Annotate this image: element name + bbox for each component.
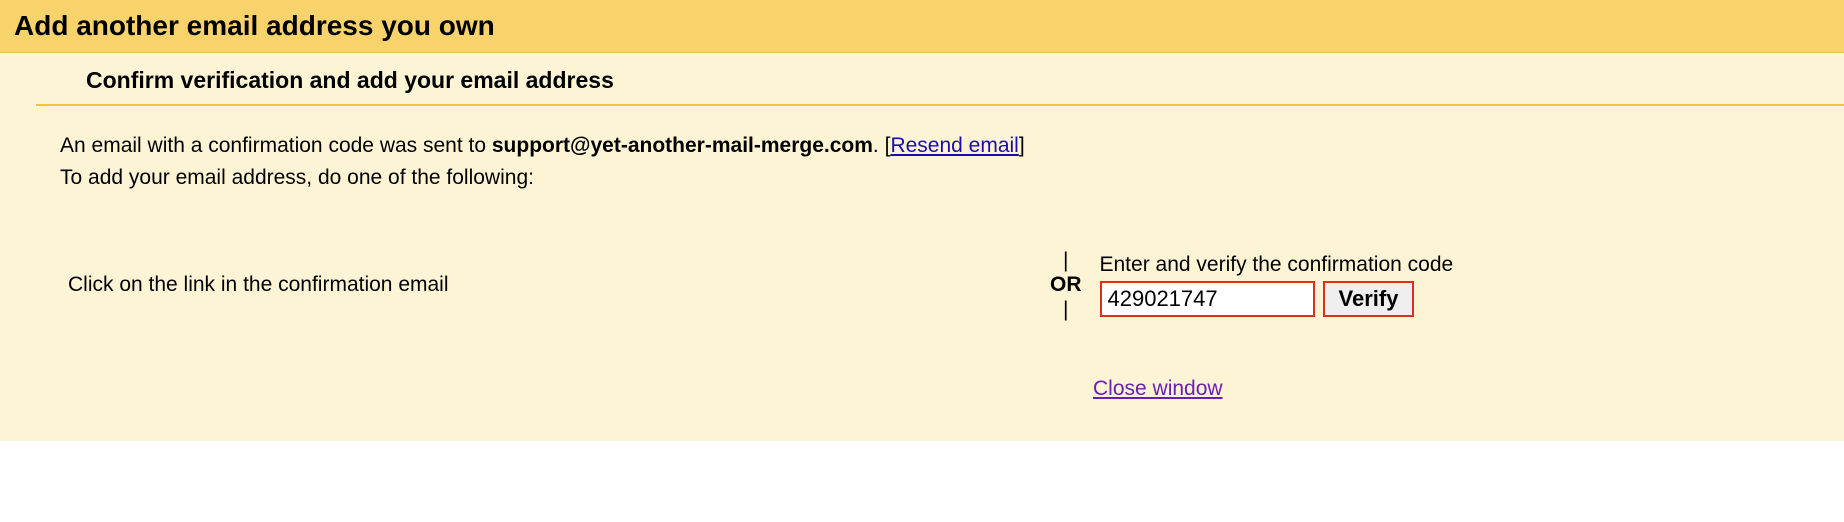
resend-bracket-close: ] [1019,134,1025,157]
close-window-link[interactable]: Close window [1093,377,1223,400]
separator-pipe-bottom: | [1063,297,1068,322]
separator-pipe-top: | [1063,248,1068,273]
section-header: Confirm verification and add your email … [36,53,1844,106]
info-prefix: An email with a confirmation code was se… [60,134,492,157]
info-suffix-dot: . [873,134,885,157]
or-separator: | OR | [1050,248,1082,322]
section-title: Confirm verification and add your email … [86,67,1844,94]
info-text: An email with a confirmation code was se… [60,130,1844,193]
options-row: Click on the link in the confirmation em… [60,248,1844,322]
verify-row: Verify [1100,281,1454,317]
dialog-content: Confirm verification and add your email … [0,53,1844,441]
verify-button[interactable]: Verify [1323,281,1415,317]
target-email: support@yet-another-mail-merge.com [492,134,873,157]
dialog-body: An email with a confirmation code was se… [0,106,1844,441]
close-row: Close window [60,377,1844,401]
option-enter-code: Enter and verify the confirmation code V… [1100,253,1454,317]
or-label: OR [1050,273,1082,297]
enter-code-label: Enter and verify the confirmation code [1100,253,1454,277]
resend-email-link[interactable]: Resend email [890,134,1018,157]
dialog-title: Add another email address you own [14,10,1830,42]
info-line2: To add your email address, do one of the… [60,166,534,189]
dialog-header: Add another email address you own [0,0,1844,53]
confirmation-code-input[interactable] [1100,281,1315,317]
option-click-link: Click on the link in the confirmation em… [60,273,1050,297]
